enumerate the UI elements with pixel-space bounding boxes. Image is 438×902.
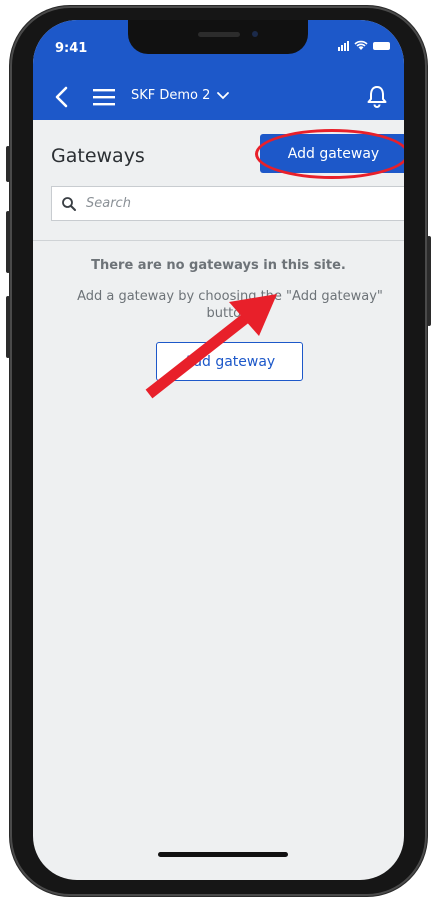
search-input[interactable] xyxy=(84,195,388,212)
status-icons xyxy=(338,40,390,51)
empty-state-description: Add a gateway by choosing the "Add gatew… xyxy=(77,289,383,321)
bell-icon[interactable] xyxy=(366,84,388,108)
home-indicator xyxy=(158,852,288,857)
site-name: SKF Demo 2 xyxy=(131,88,211,103)
add-gateway-button[interactable]: Add gateway xyxy=(260,134,404,173)
hamburger-menu-icon[interactable] xyxy=(93,88,115,106)
signal-icon xyxy=(338,40,349,51)
page-title: Gateways xyxy=(51,145,145,167)
empty-state-title: There are no gateways in this site. xyxy=(91,258,346,273)
chevron-down-icon xyxy=(217,91,230,99)
status-time: 9:41 xyxy=(55,41,88,56)
add-gateway-secondary-button[interactable]: Add gateway xyxy=(156,342,303,381)
battery-icon xyxy=(373,41,390,50)
power-button xyxy=(427,236,431,326)
site-selector[interactable]: SKF Demo 2 xyxy=(131,88,230,103)
back-chevron-icon[interactable] xyxy=(51,84,75,110)
search-field[interactable] xyxy=(51,186,404,221)
volume-up-button xyxy=(6,211,10,273)
gateways-header: Gateways Add gateway xyxy=(33,120,404,241)
camera xyxy=(252,31,258,37)
speaker xyxy=(198,32,240,37)
volume-down-button xyxy=(6,296,10,358)
wifi-icon xyxy=(354,40,368,50)
app-navbar: SKF Demo 2 xyxy=(33,74,404,120)
main-content: Gateways Add gateway There are no gatewa… xyxy=(33,120,404,880)
mute-switch xyxy=(6,146,10,182)
status-bar: 9:41 xyxy=(33,20,404,74)
phone-screen: 9:41 SKF Demo 2 Gateways Add gateway Sea… xyxy=(33,20,404,880)
search-icon xyxy=(62,196,76,211)
notch xyxy=(128,20,308,54)
